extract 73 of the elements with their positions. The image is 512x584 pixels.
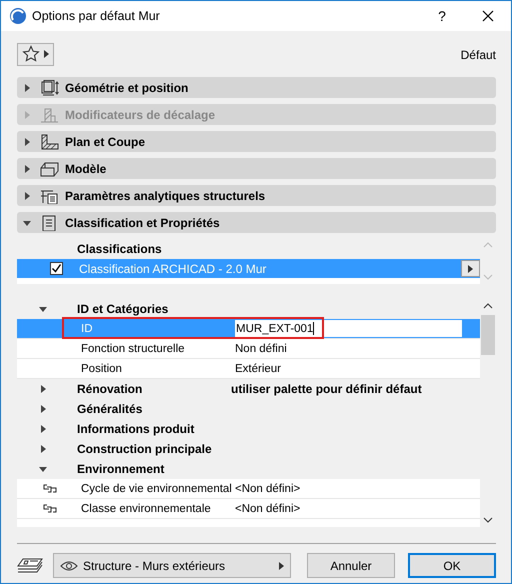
property-row[interactable]: Classe environnementale <Non défini> bbox=[17, 499, 480, 519]
triangle-icon bbox=[468, 264, 473, 272]
triangle-icon[interactable] bbox=[23, 192, 31, 200]
group-title: Informations produit bbox=[77, 422, 196, 436]
dialog-button[interactable]: Annuler bbox=[307, 553, 395, 578]
layers-icon bbox=[17, 556, 43, 574]
checkmark-icon bbox=[51, 263, 62, 274]
section-title: Paramètres analytiques structurels bbox=[65, 188, 266, 202]
property-row[interactable]: Cycle de vie environnemental <Non défini> bbox=[17, 479, 480, 499]
structural-sheet-icon bbox=[40, 188, 59, 204]
help-button[interactable]: ? bbox=[419, 1, 465, 31]
triangle-icon[interactable] bbox=[39, 465, 47, 473]
triangle-icon[interactable] bbox=[39, 405, 47, 413]
app-logo-icon bbox=[10, 8, 26, 24]
scroll-up-icon bbox=[483, 303, 493, 309]
section-title: Géométrie et position bbox=[65, 80, 188, 94]
geometry-icon bbox=[40, 80, 59, 96]
section-title: Modificateurs de décalage bbox=[65, 108, 216, 122]
group-title: Rénovation bbox=[77, 382, 144, 396]
property-value: <Non défini> bbox=[235, 482, 300, 494]
default-label: Défaut bbox=[460, 48, 496, 62]
property-label: ID bbox=[81, 322, 94, 334]
property-value: <Non défini> bbox=[235, 502, 300, 514]
triangle-icon[interactable] bbox=[39, 425, 47, 433]
popup-button[interactable] bbox=[461, 260, 480, 277]
classifications-heading: Classifications bbox=[17, 238, 480, 259]
checkbox[interactable] bbox=[50, 262, 63, 275]
property-row[interactable]: Fonction structurelle Non défini bbox=[17, 339, 480, 359]
triangle-icon bbox=[44, 50, 49, 58]
star-icon bbox=[22, 45, 40, 63]
property-label: Cycle de vie environnemental bbox=[81, 482, 233, 494]
scrollbar-thumb[interactable] bbox=[481, 315, 495, 355]
triangle-icon[interactable] bbox=[23, 164, 31, 172]
layer-dropdown[interactable]: Structure - Murs extérieurs bbox=[53, 553, 291, 578]
group-title: Construction principale bbox=[77, 442, 213, 456]
property-value: Non défini bbox=[235, 342, 287, 354]
triangle-icon[interactable] bbox=[39, 445, 47, 453]
property-row[interactable]: ID MUR_EXT-001 bbox=[17, 319, 480, 339]
triangle-icon bbox=[279, 562, 284, 570]
eye-icon bbox=[60, 560, 78, 570]
box-icon bbox=[40, 160, 59, 176]
section-header[interactable]: Classification et Propriétés bbox=[17, 212, 496, 233]
offset-icon bbox=[40, 106, 59, 122]
window-title: Options par défaut Mur bbox=[32, 9, 160, 23]
property-value: Extérieur bbox=[235, 362, 282, 374]
triangle-icon[interactable] bbox=[39, 385, 47, 393]
property-label: Fonction structurelle bbox=[81, 342, 186, 354]
group-title: Environnement bbox=[77, 462, 166, 476]
triangle-icon[interactable] bbox=[23, 218, 31, 226]
triangle-icon[interactable] bbox=[39, 305, 47, 313]
scroll-down-icon bbox=[483, 517, 493, 523]
classification-label: Classification ARCHICAD - 2.0 Mur bbox=[79, 262, 266, 276]
scroll-up-icon bbox=[483, 242, 493, 248]
close-icon bbox=[482, 10, 494, 22]
scroll-down-icon bbox=[483, 274, 493, 280]
section-header[interactable]: Paramètres analytiques structurels bbox=[17, 185, 496, 206]
group-value: utiliser palette pour définir défaut bbox=[231, 382, 422, 396]
section-title: Modèle bbox=[65, 162, 106, 176]
triangle-icon[interactable] bbox=[23, 84, 31, 92]
section-title: Plan et Coupe bbox=[65, 134, 146, 148]
property-label: Position bbox=[81, 362, 123, 374]
property-label: Classe environnementale bbox=[81, 502, 212, 514]
section-header[interactable]: Géométrie et position bbox=[17, 77, 496, 98]
group-title: Généralités bbox=[77, 402, 144, 416]
dialog-button[interactable]: OK bbox=[408, 553, 496, 578]
group-title: ID et Catégories bbox=[77, 302, 170, 316]
favorites-button[interactable] bbox=[17, 42, 54, 66]
section-title: Classification et Propriétés bbox=[65, 216, 220, 230]
triangle-icon[interactable] bbox=[23, 138, 31, 146]
hatched-corner-icon bbox=[40, 134, 59, 150]
section-header[interactable]: Plan et Coupe bbox=[17, 131, 496, 152]
value-field[interactable]: MUR_EXT-001 bbox=[235, 320, 462, 337]
section-header[interactable]: Modèle bbox=[17, 158, 496, 179]
